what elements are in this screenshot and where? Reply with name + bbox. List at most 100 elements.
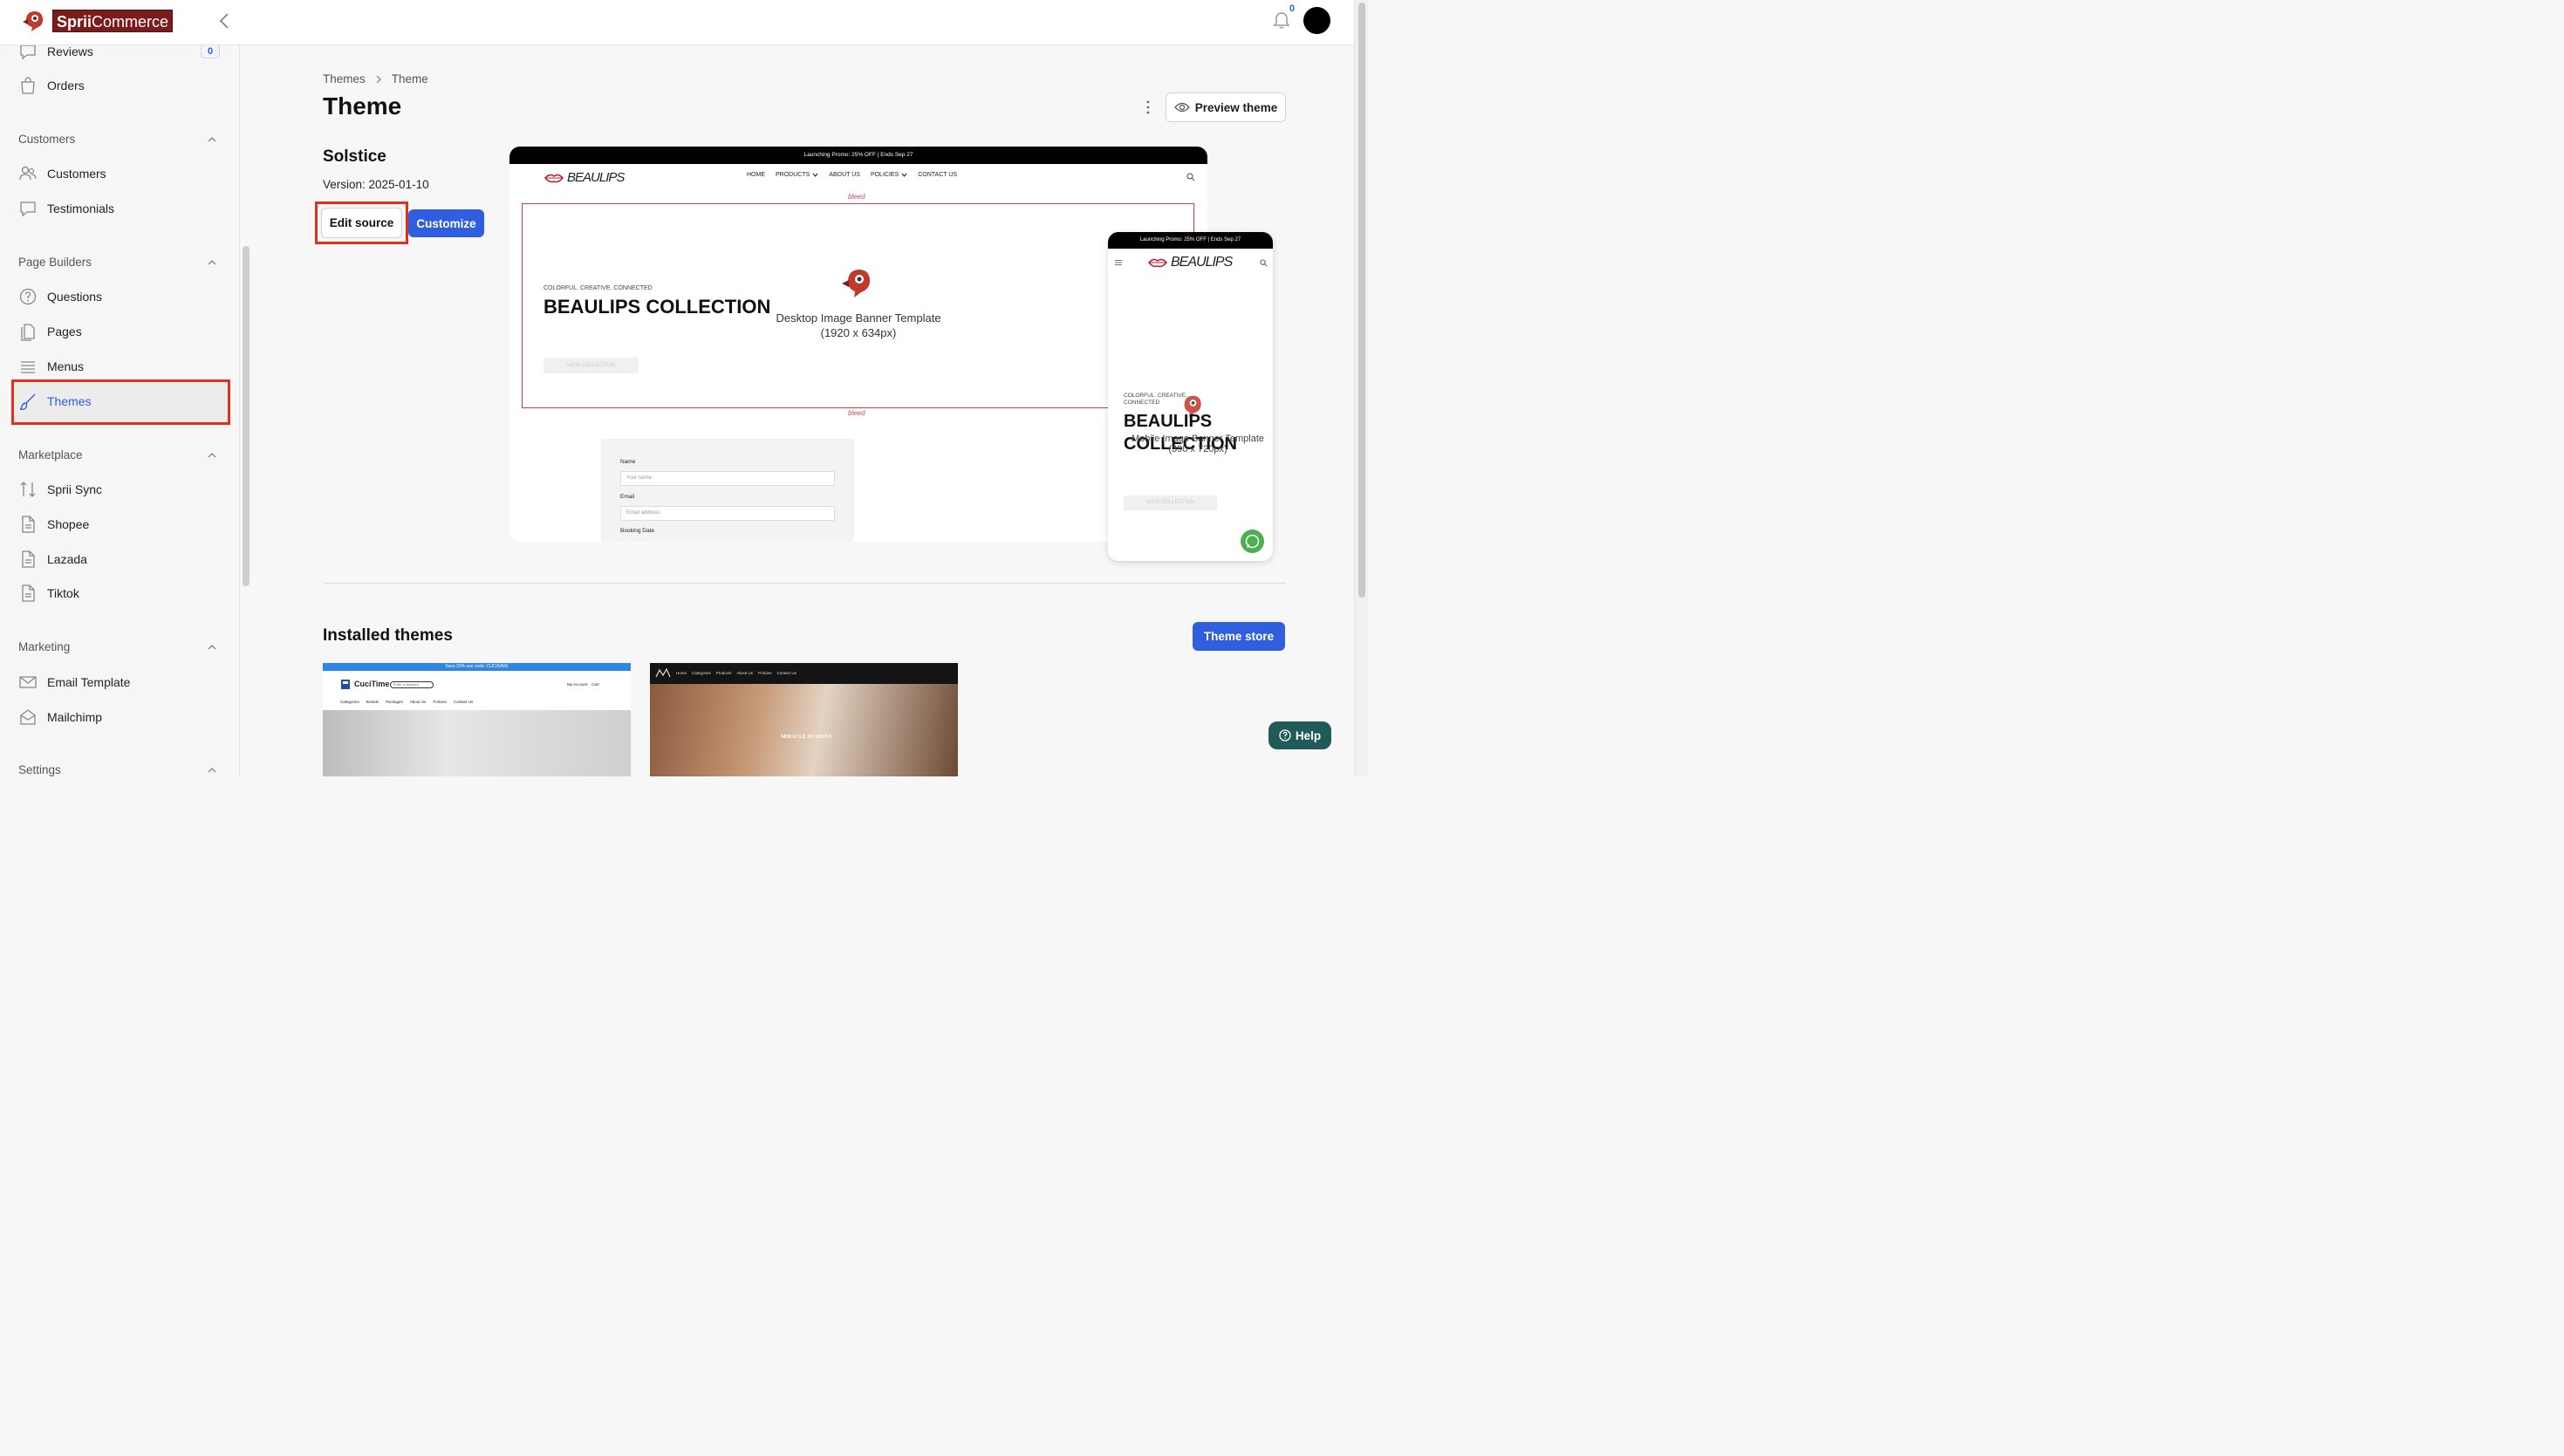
preview-nav-home: HOME (747, 172, 765, 178)
chevron-right-icon (376, 75, 381, 83)
mascot-logo-icon (23, 11, 44, 31)
document-icon (22, 550, 35, 568)
banner-view-collection-button: VIEW COLLECTION (544, 358, 639, 373)
sidebar-item-lazada[interactable]: Lazada (18, 550, 87, 569)
sidebar-item-mailchimp[interactable]: Mailchimp (18, 707, 102, 727)
mascot-placeholder-icon (842, 270, 871, 297)
sidebar-group-settings[interactable]: Settings (18, 763, 217, 776)
brand-name: SpriiCommerce (52, 10, 174, 32)
theme1-hero-image (323, 710, 631, 776)
customize-button[interactable]: Customize (408, 209, 484, 237)
sidebar-group-page-builders[interactable]: Page Builders (18, 256, 217, 269)
chevron-up-icon (208, 259, 216, 264)
theme1-promo-bar: Save 20% use code: CUCISAVE (323, 663, 631, 671)
help-circle-icon (1279, 729, 1291, 742)
brand-logo[interactable]: SpriiCommerce (21, 8, 174, 34)
form-name-input: Your name (620, 471, 835, 486)
page-title: Theme (323, 92, 402, 120)
installed-themes-title: Installed themes (323, 626, 453, 645)
bleed-label-top: bleed (848, 193, 865, 201)
question-icon (19, 288, 37, 305)
installed-theme-card-1[interactable]: Save 20% use code: CUCISAVE CuciTime Ent… (323, 663, 631, 776)
mobile-banner-caption: Mobile Image Banner Template (390 x 720px… (1131, 434, 1265, 455)
theme-store-button[interactable]: Theme store (1193, 622, 1285, 651)
preview-nav: HOME PRODUCTS ABOUT US POLICIES CONTACT … (747, 172, 957, 178)
cucitime-logo-icon (341, 680, 350, 689)
sidebar-item-menus[interactable]: Menus (18, 357, 84, 376)
envelope-icon (19, 676, 37, 688)
sidebar-group-marketplace[interactable]: Marketplace (18, 448, 217, 461)
edit-source-button[interactable]: Edit source (321, 208, 402, 238)
form-date-label: Booking Date (620, 528, 655, 534)
notification-count: 0 (1289, 3, 1296, 14)
search-icon (1186, 173, 1195, 181)
theme1-logo: CuciTime (340, 678, 389, 690)
preview-logo: BEAULIPS (544, 170, 625, 185)
chevron-up-icon (208, 452, 216, 457)
sidebar-item-sprii-sync[interactable]: Sprii Sync (18, 480, 102, 499)
form-name-label: Name (620, 459, 636, 465)
sidebar-item-pages[interactable]: Pages (18, 322, 82, 341)
installed-theme-card-2[interactable]: Home Categories Products About Us Polici… (650, 663, 958, 776)
page-scrollbar[interactable] (1354, 0, 1368, 776)
preview-promo-bar: Launching Promo: 25% OFF | Ends Sep 27 (509, 147, 1207, 164)
search-icon (1260, 259, 1268, 267)
sidebar-item-orders[interactable]: Orders (18, 76, 85, 95)
sidebar-item-customers[interactable]: Customers (18, 164, 106, 183)
testimonials-icon (20, 202, 36, 217)
desktop-theme-preview[interactable]: Launching Promo: 25% OFF | Ends Sep 27 B… (509, 147, 1207, 542)
collapse-sidebar-icon[interactable] (216, 10, 234, 31)
preview-nav-products: PRODUCTS (776, 172, 818, 178)
sidebar-item-themes[interactable]: Themes (18, 392, 92, 411)
sidebar-item-email-template[interactable]: Email Template (18, 673, 130, 692)
more-options-icon[interactable] (1141, 99, 1155, 116)
preview-nav-about: ABOUT US (829, 172, 860, 178)
theme2-nav: Home Categories Products About Us Polici… (676, 671, 797, 675)
lips-logo-icon (544, 174, 564, 182)
current-theme-version: Version: 2025-01-10 (323, 178, 429, 191)
preview-theme-button[interactable]: Preview theme (1166, 92, 1286, 122)
form-email-input: Email address (620, 506, 835, 521)
theme1-search: Enter a keyword (390, 681, 434, 688)
breadcrumb-current: Theme (391, 72, 428, 85)
sidebar-scrollbar[interactable] (243, 246, 250, 586)
document-icon (22, 516, 35, 533)
help-button[interactable]: Help (1268, 721, 1331, 749)
theme1-account: My Account Cart (567, 682, 599, 687)
mobile-theme-preview[interactable]: Launching Promo: 25% OFF | Ends Sep 27 B… (1108, 232, 1273, 561)
sidebar-item-shopee[interactable]: Shopee (18, 515, 89, 534)
reviews-count-badge: 0 (201, 44, 220, 58)
user-avatar[interactable] (1303, 7, 1330, 34)
form-email-label: Email (620, 494, 635, 500)
chevron-down-icon (812, 173, 818, 177)
mailchimp-icon (20, 709, 36, 725)
orders-bag-icon (21, 77, 35, 94)
page-scrollbar-thumb[interactable] (1358, 3, 1365, 598)
lips-logo-icon (1148, 258, 1167, 268)
sidebar-group-customers[interactable]: Customers (18, 133, 217, 146)
pages-icon (21, 324, 35, 341)
preview-nav-contact: CONTACT US (918, 172, 958, 178)
preview-nav-policies: POLICIES (871, 172, 907, 178)
mobile-logo: BEAULIPS (1148, 255, 1233, 270)
whatsapp-glyph (1245, 534, 1260, 549)
sidebar-group-marketing[interactable]: Marketing (18, 640, 217, 653)
theme2-hero-image (650, 684, 958, 776)
sync-arrows-icon (20, 482, 36, 497)
sidebar-item-tiktok[interactable]: Tiktok (18, 584, 79, 603)
whatsapp-icon (1241, 530, 1264, 553)
document-icon (22, 584, 35, 602)
hamburger-menu-icon (1115, 260, 1122, 265)
sidebar-item-testimonials[interactable]: Testimonials (18, 199, 114, 218)
menu-lines-icon (21, 361, 35, 373)
notification-bell-icon[interactable] (1272, 10, 1291, 30)
mobile-view-collection-button: VIEW COLLECTION (1124, 496, 1217, 510)
section-divider (323, 583, 1286, 584)
preview-booking-form: Name Your name Email Email address Booki… (601, 439, 854, 542)
theme2-hero-text: MIRACLE SCARVES (781, 735, 832, 740)
theme2-logo-icon (655, 667, 671, 678)
sidebar-item-questions[interactable]: Questions (18, 287, 102, 306)
breadcrumb-themes-link[interactable]: Themes (323, 72, 366, 85)
breadcrumb: Themes Theme (323, 72, 428, 85)
paintbrush-icon (19, 393, 36, 410)
